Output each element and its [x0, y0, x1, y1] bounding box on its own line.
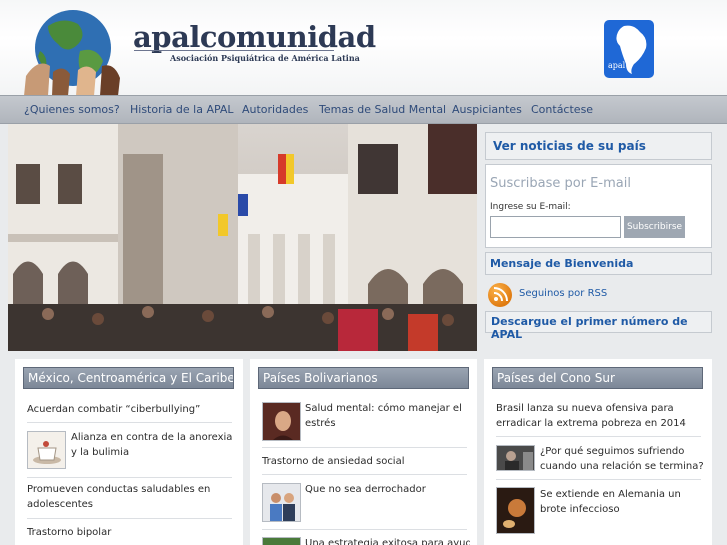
country-news-box[interactable]: Ver noticias de su país: [485, 132, 712, 160]
welcome-box[interactable]: Mensaje de Bienvenida: [485, 252, 712, 275]
email-label: Ingrese su E-mail:: [490, 202, 571, 212]
street-scene-image: [8, 124, 477, 351]
region-column-mexico: México, Centroamérica y El Caribe Acuerd…: [15, 359, 243, 545]
list-item[interactable]: Trastorno bipolar: [27, 525, 227, 540]
news-thumbnail[interactable]: [496, 487, 535, 534]
download-link[interactable]: Descargue el primer número de APAL: [491, 315, 711, 341]
column-header[interactable]: Países Bolivarianos: [258, 367, 469, 389]
news-thumbnail[interactable]: [27, 431, 66, 469]
apal-logo-label: apal: [608, 61, 626, 70]
outbreak-photo-icon: [497, 488, 534, 533]
nav-auspiciantes[interactable]: Auspiciantes: [452, 103, 522, 116]
nav-autoridades[interactable]: Autoridades: [242, 103, 308, 116]
subscribe-button[interactable]: Subscribirse: [624, 216, 685, 238]
list-item[interactable]: Que no sea derrochador: [305, 482, 470, 497]
list-item[interactable]: Brasil lanza su nueva ofensiva para erra…: [496, 401, 706, 431]
rss-link[interactable]: Seguinos por RSS: [519, 288, 607, 299]
download-box[interactable]: Descargue el primer número de APAL: [485, 311, 712, 341]
site-header: apalcomunidad Asociación Psiquiátrica de…: [0, 0, 727, 96]
region-column-cono-sur: Países del Cono Sur Brasil lanza su nuev…: [484, 359, 712, 545]
list-item[interactable]: Salud mental: cómo manejar el estrés: [305, 401, 470, 431]
column-header[interactable]: Países del Cono Sur: [492, 367, 703, 389]
list-item[interactable]: Acuerdan combatir “ciberbullying”: [27, 402, 227, 417]
news-thumbnail[interactable]: [496, 445, 535, 471]
divider: [496, 479, 701, 480]
divider: [262, 474, 467, 475]
list-item[interactable]: Promueven conductas saludables en adoles…: [27, 482, 227, 512]
divider: [262, 529, 467, 530]
divider: [27, 518, 232, 519]
list-item[interactable]: Se extiende en Alemania un brote infecci…: [540, 487, 710, 517]
main-nav: ¿Quienes somos? Historia de la APAL Auto…: [0, 95, 727, 124]
divider: [27, 422, 232, 423]
rss-feed-icon: [493, 287, 508, 302]
divider: [27, 477, 232, 478]
sad-person-photo-icon: [497, 446, 534, 470]
nav-quienes-somos[interactable]: ¿Quienes somos?: [24, 103, 120, 116]
country-news-link[interactable]: Ver noticias de su país: [493, 139, 646, 153]
welcome-link[interactable]: Mensaje de Bienvenida: [490, 257, 633, 270]
cup-photo-icon: [33, 441, 61, 464]
subscribe-title: Suscribase por E-mail: [490, 176, 631, 191]
news-thumbnail[interactable]: [262, 537, 301, 545]
hero-photo: [8, 124, 477, 351]
brand-divider: [134, 50, 334, 51]
news-thumbnail[interactable]: [262, 483, 301, 522]
globe-hands-logo-icon[interactable]: [18, 6, 128, 96]
rss-icon[interactable]: [488, 283, 512, 307]
list-item[interactable]: ¿Por qué seguimos sufriendo cuando una r…: [540, 444, 710, 474]
site-subtitle: Asociación Psiquiátrica de América Latin…: [170, 53, 360, 63]
nav-contactese[interactable]: Contáctese: [531, 103, 593, 116]
nav-historia[interactable]: Historia de la APAL: [130, 103, 234, 116]
list-item[interactable]: Trastorno de ansiedad social: [262, 454, 462, 469]
divider: [262, 447, 467, 448]
list-item[interactable]: Alianza en contra de la anorexia y la bu…: [71, 430, 236, 460]
divider: [496, 436, 701, 437]
email-input[interactable]: [490, 216, 621, 238]
news-thumbnail[interactable]: [262, 402, 301, 441]
woman-portrait-icon: [263, 403, 300, 440]
nav-temas-salud-mental[interactable]: Temas de Salud Mental: [319, 103, 446, 116]
column-header[interactable]: México, Centroamérica y El Caribe: [23, 367, 234, 389]
site-brand[interactable]: apalcomunidad: [133, 20, 376, 54]
couple-photo-icon: [263, 484, 300, 521]
region-column-bolivarianos: Países Bolivarianos Salud mental: cómo m…: [250, 359, 477, 545]
list-item[interactable]: Una estrategia exitosa para ayudar a: [305, 536, 470, 545]
email-subscribe-box: Suscribase por E-mail Ingrese su E-mail:…: [485, 164, 712, 248]
apal-logo-icon[interactable]: apal: [604, 20, 654, 78]
